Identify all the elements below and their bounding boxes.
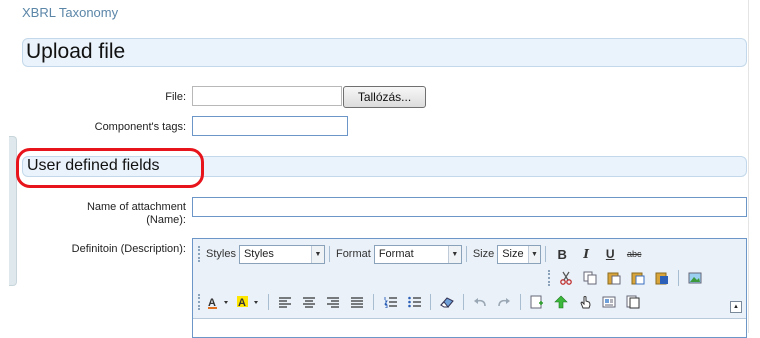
up-arrow-icon[interactable]	[550, 292, 572, 312]
toolbar-grip	[548, 270, 551, 286]
toolbar-separator	[520, 294, 521, 310]
paste-text-icon[interactable]	[627, 268, 649, 288]
upload-file-title: Upload file	[26, 40, 126, 63]
toolbar-separator	[465, 246, 467, 262]
strikethrough-button[interactable]: abc	[623, 244, 645, 264]
toolbar-row-2	[548, 267, 707, 289]
attachment-name-input[interactable]	[192, 197, 747, 217]
undo-icon[interactable]	[469, 292, 491, 312]
bold-button[interactable]: B	[551, 244, 573, 264]
format-combo-label: Format	[335, 248, 371, 260]
toolbar-grip	[198, 294, 201, 310]
styles-dropdown[interactable]: Styles ▼	[238, 244, 325, 264]
size-value: Size	[502, 248, 524, 260]
toolbar-row-3: A A	[198, 291, 645, 313]
copy-icon[interactable]	[579, 268, 601, 288]
cut-icon[interactable]	[555, 268, 577, 288]
rich-text-editor[interactable]: Styles Styles ▼ Format Format ▼ Size Siz…	[192, 238, 747, 338]
align-left-icon[interactable]	[274, 292, 296, 312]
text-color-icon[interactable]: A	[205, 292, 233, 312]
user-defined-fields-header: User defined fields	[22, 156, 747, 177]
description-label: Definitoin (Description):	[71, 243, 186, 255]
template-icon[interactable]	[598, 292, 620, 312]
user-defined-fields-title: User defined fields	[27, 157, 160, 174]
insert-row-icon[interactable]	[526, 292, 548, 312]
tags-label: Component's tags:	[94, 121, 186, 133]
styles-value: Styles	[243, 248, 274, 260]
size-dropdown[interactable]: Size ▼	[497, 244, 542, 264]
numbered-list-icon[interactable]	[379, 292, 401, 312]
file-label: File:	[165, 91, 186, 103]
hand-pointer-icon[interactable]	[574, 292, 596, 312]
styles-combo-label: Styles	[206, 248, 236, 260]
side-panel-tab[interactable]	[9, 136, 17, 286]
paste-icon[interactable]	[603, 268, 625, 288]
chevron-down-icon: ▼	[447, 245, 461, 263]
file-path-input[interactable]	[192, 86, 342, 106]
background-color-icon[interactable]: A	[235, 292, 263, 312]
toolbar-separator	[328, 246, 330, 262]
toolbar-row-1: Styles Styles ▼ Format Format ▼ Size Siz…	[198, 243, 646, 265]
align-justify-icon[interactable]	[346, 292, 368, 312]
toolbar-collapse-button[interactable]: ▲	[730, 301, 742, 313]
preview-icon[interactable]	[622, 292, 644, 312]
breadcrumb-link[interactable]: XBRL Taxonomy	[22, 5, 118, 20]
toolbar-separator	[373, 294, 374, 310]
redo-icon[interactable]	[493, 292, 515, 312]
toolbar-separator	[268, 294, 269, 310]
toolbar-separator	[430, 294, 431, 310]
chevron-down-icon: ▼	[310, 245, 324, 263]
upload-file-header: Upload file	[22, 38, 747, 67]
chevron-down-icon: ▼	[527, 245, 541, 263]
remove-format-icon[interactable]	[436, 292, 458, 312]
align-right-icon[interactable]	[322, 292, 344, 312]
paste-word-icon[interactable]	[651, 268, 673, 288]
name-label: Name of attachment (Name):	[86, 201, 186, 226]
italic-button[interactable]: I	[575, 244, 597, 264]
size-combo-label: Size	[472, 248, 495, 260]
image-icon[interactable]	[684, 268, 706, 288]
browse-button[interactable]: Tallózás...	[343, 86, 426, 108]
editor-toolbar: Styles Styles ▼ Format Format ▼ Size Siz…	[193, 239, 746, 319]
right-divider	[748, 0, 749, 333]
svg-text:A: A	[238, 297, 246, 309]
format-value: Format	[378, 248, 414, 260]
toolbar-separator	[678, 270, 679, 286]
format-dropdown[interactable]: Format ▼	[373, 244, 462, 264]
toolbar-separator	[545, 246, 547, 262]
underline-button[interactable]: U	[599, 244, 621, 264]
toolbar-separator	[463, 294, 464, 310]
align-center-icon[interactable]	[298, 292, 320, 312]
bullet-list-icon[interactable]	[403, 292, 425, 312]
tags-input[interactable]	[192, 116, 348, 136]
toolbar-grip	[198, 246, 201, 262]
